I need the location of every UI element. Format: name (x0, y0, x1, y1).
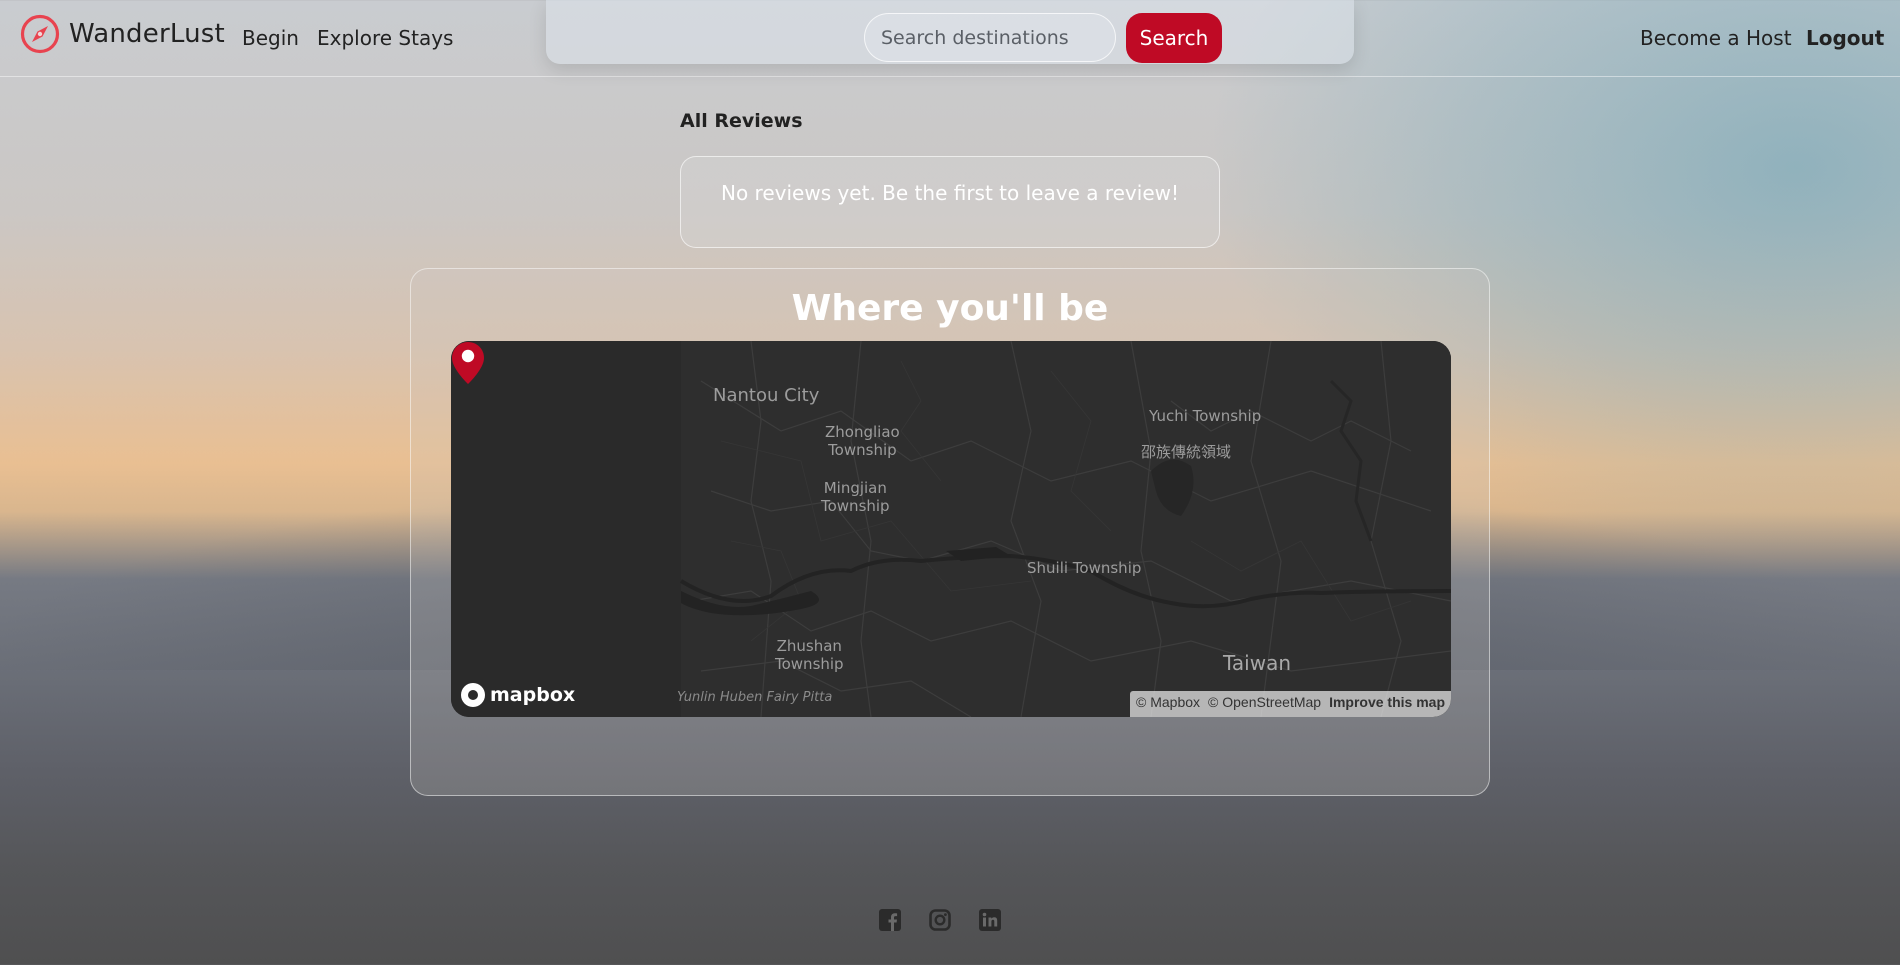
instagram-link[interactable] (929, 909, 951, 931)
map-label-nantou: Nantou City (713, 385, 820, 406)
map-title: Where you'll be (791, 288, 1109, 329)
search-button[interactable]: Search (1126, 13, 1222, 63)
map-label-mingjian: Mingjian Township (821, 479, 890, 515)
map-label-taiwan: Taiwan (1223, 651, 1292, 675)
linkedin-link[interactable] (979, 909, 1001, 931)
map-label-zhongliao: Zhongliao Township (825, 423, 900, 459)
map-label-zhushan: Zhushan Township (775, 637, 844, 673)
nav-explore-stays-link[interactable]: Explore Stays (317, 26, 453, 50)
linkedin-icon (979, 909, 1001, 931)
map-label-yunlin: Yunlin Huben Fairy Pitta (677, 690, 833, 705)
map[interactable]: Nantou City Zhongliao Township Yuchi Tow… (451, 341, 1451, 717)
map-tiles (451, 341, 1451, 717)
map-attribution: © Mapbox © OpenStreetMap Improve this ma… (1130, 691, 1451, 717)
search-input[interactable] (864, 13, 1116, 62)
map-label-yuchi: Yuchi Township (1149, 407, 1262, 425)
reviews-empty-message: No reviews yet. Be the first to leave a … (721, 181, 1179, 205)
brand-logo[interactable]: WanderLust (20, 14, 225, 54)
facebook-link[interactable] (879, 909, 901, 931)
map-label-indigenous-territory: 邵族傳統領域 (1141, 443, 1232, 461)
instagram-icon (929, 909, 951, 931)
mapbox-logo[interactable]: mapbox (461, 683, 575, 707)
navbar: WanderLust Begin Explore Stays Search Be… (0, 0, 1900, 77)
nav-begin-link[interactable]: Begin (242, 26, 299, 50)
osm-attribution-link[interactable]: © OpenStreetMap (1208, 694, 1321, 717)
map-label-shuili: Shuili Township (1027, 559, 1142, 577)
logout-link[interactable]: Logout (1806, 26, 1884, 50)
reviews-heading: All Reviews (680, 110, 803, 132)
compass-icon (20, 14, 60, 54)
mapbox-attribution-link[interactable]: © Mapbox (1136, 694, 1200, 717)
become-host-link[interactable]: Become a Host (1640, 26, 1792, 50)
brand-name: WanderLust (69, 19, 225, 49)
improve-map-link[interactable]: Improve this map (1329, 694, 1445, 717)
location-pin-icon[interactable] (451, 341, 485, 385)
reviews-card: No reviews yet. Be the first to leave a … (680, 156, 1220, 248)
map-section: Where you'll be Nantou City Zhongliao To… (410, 268, 1490, 796)
mapbox-logo-icon (461, 683, 485, 707)
facebook-icon (879, 909, 901, 931)
mapbox-logo-text: mapbox (490, 684, 576, 706)
